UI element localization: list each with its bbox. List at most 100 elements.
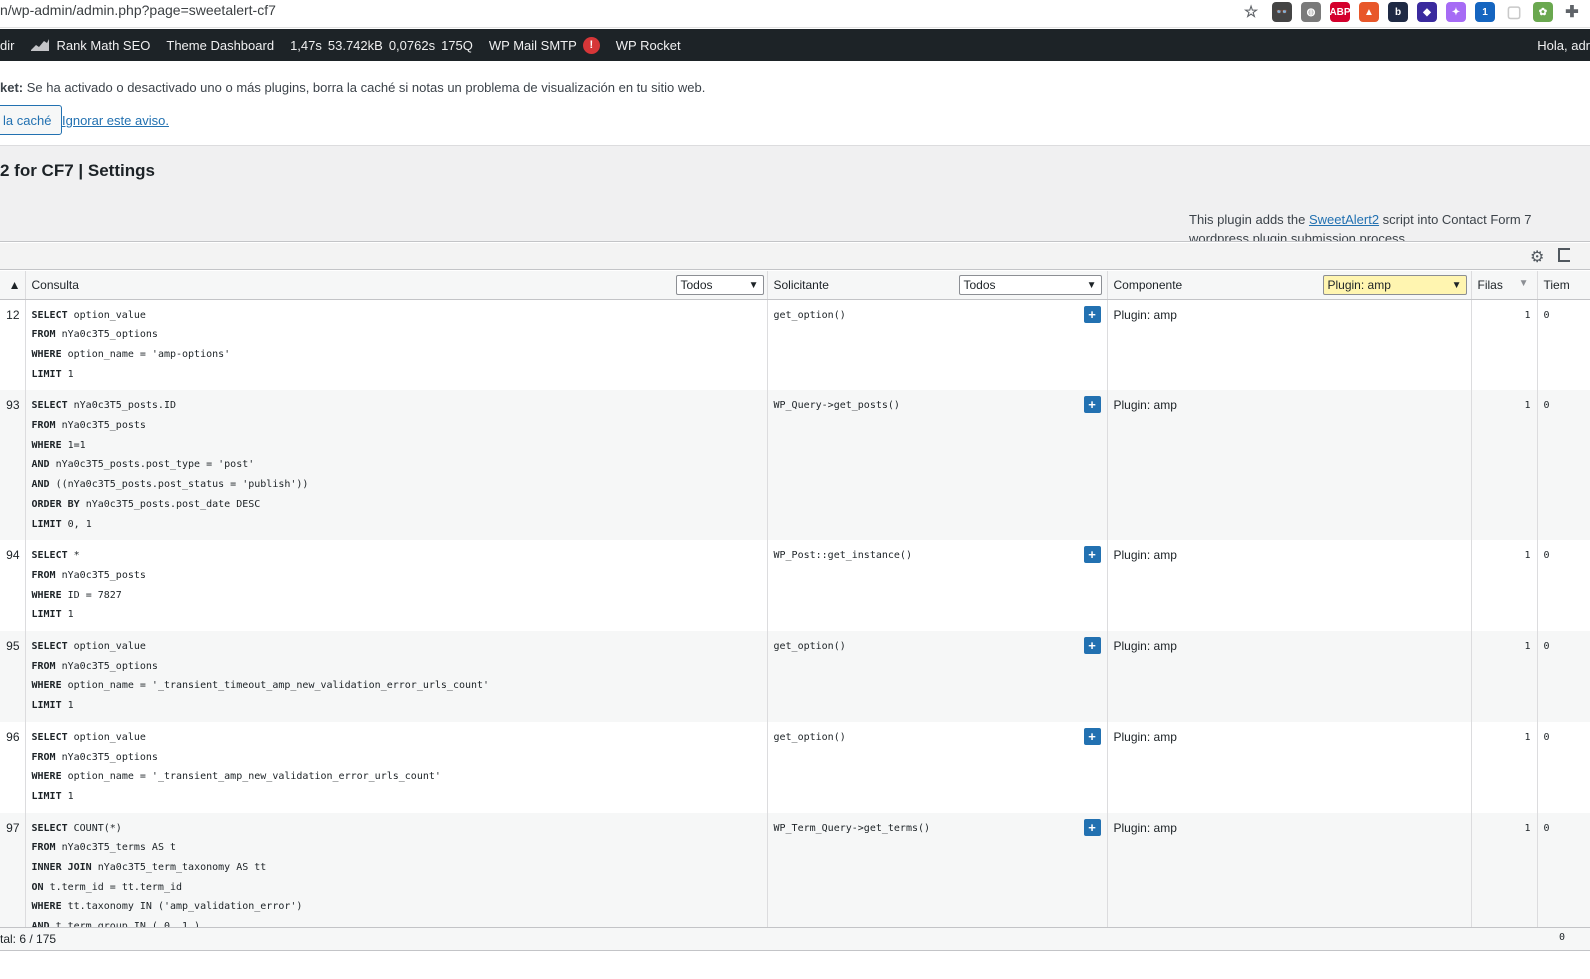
sql-line: LIMIT 1	[32, 696, 761, 716]
diamond-extension-icon[interactable]: ◆	[1417, 2, 1437, 22]
sql-keyword: ORDER BY	[31, 498, 80, 510]
query-component: Plugin: amp	[1107, 631, 1472, 722]
sql-text: 1	[61, 790, 74, 802]
sql-keyword: FROM	[31, 751, 56, 763]
globe-extension-icon[interactable]: ◍	[1301, 2, 1321, 22]
sql-text: nYa0c3T5_options	[55, 329, 158, 341]
notice-prefix: ket:	[0, 80, 24, 95]
adminbar-wp-mail-smtp[interactable]: WP Mail SMTP !	[481, 36, 608, 54]
expand-stack-button[interactable]: +	[1083, 818, 1101, 836]
settings-area: 2 for CF7 | Settings This plugin adds th…	[0, 146, 1590, 242]
query-row: 93 SELECT nYa0c3T5_posts.ID FROM nYa0c3T5_…	[0, 390, 1590, 541]
adminbar-wp-rocket[interactable]: WP Rocket	[608, 38, 689, 53]
sql-line: FROM nYa0c3T5_options	[32, 325, 761, 345]
chevron-down-icon: ▼	[1086, 279, 1097, 291]
sql-text: nYa0c3T5_posts.post_type = 'post'	[49, 459, 255, 471]
sql-line: WHERE option_name = '_transient_amp_new_…	[32, 767, 761, 787]
puzzle-extensions-icon[interactable]: ✚	[1562, 2, 1582, 22]
chevron-down-icon: ▼	[748, 279, 759, 291]
address-bar-url[interactable]: n/wp-admin/admin.php?page=sweetalert-cf7	[0, 2, 276, 18]
sql-keyword: SELECT	[31, 731, 68, 743]
adminbar-theme-dashboard[interactable]: Theme Dashboard	[158, 38, 282, 53]
sql-text: nYa0c3T5_options	[55, 660, 158, 672]
sql-keyword: FROM	[31, 420, 56, 432]
query-number: 95	[0, 631, 26, 722]
bitwarden-b-icon[interactable]: b	[1388, 2, 1408, 22]
sort-ascending-icon: ▲	[8, 277, 21, 292]
caller-function: get_option()	[773, 641, 846, 653]
sql-keyword: FROM	[31, 660, 56, 672]
sql-line: WHERE option_name = '_transient_timeout_…	[32, 676, 761, 696]
query-rows: 1	[1471, 299, 1538, 391]
adminbar-query-monitor[interactable]: 1,47s 53.742kB 0,0762s 175Q	[282, 38, 481, 53]
gear-icon[interactable]: ⚙	[1530, 247, 1544, 267]
sql-line: INNER JOIN nYa0c3T5_term_taxonomy AS tt	[32, 858, 761, 878]
query-number: 12	[0, 299, 26, 391]
adblock-plus-icon[interactable]: ABP	[1329, 2, 1351, 22]
expand-stack-button[interactable]: +	[1083, 396, 1101, 414]
query-sql: SELECT COUNT(*) FROM nYa0c3T5_terms AS tI…	[25, 812, 768, 927]
sql-line: SELECT *	[32, 546, 761, 566]
caller-function: WP_Post::get_instance()	[773, 550, 912, 562]
sql-keyword: LIMIT	[31, 518, 62, 530]
sql-keyword: SELECT	[31, 550, 68, 562]
queries-table-container: ▲ Consulta Todos ▼ Solicitante Todos ▼ Com…	[0, 271, 1590, 927]
expand-stack-button[interactable]: +	[1083, 727, 1101, 745]
query-number: 94	[0, 540, 26, 632]
adminbar-item-edit[interactable]: dir	[0, 38, 22, 53]
adminbar-greeting: Hola, adr	[1537, 37, 1590, 53]
caller-filter-select[interactable]: Todos ▼	[958, 275, 1102, 295]
counter-extension-icon[interactable]: 1	[1475, 2, 1495, 22]
sql-line: LIMIT 1	[32, 787, 761, 807]
sql-line: SELECT option_value	[32, 728, 761, 748]
expand-stack-button[interactable]: +	[1083, 305, 1101, 323]
component-filter-value: Plugin: amp	[1327, 278, 1391, 292]
sql-line: FROM nYa0c3T5_terms AS t	[32, 838, 761, 858]
clear-cache-button[interactable]: la caché	[0, 105, 63, 135]
sql-text: ((nYa0c3T5_posts.post_status = 'publish'…	[49, 479, 309, 491]
sql-keyword: WHERE	[31, 680, 62, 692]
sql-line: WHERE ID = 7827	[32, 586, 761, 606]
sql-line: AND nYa0c3T5_posts.post_type = 'post'	[32, 455, 761, 475]
feather-extension-icon[interactable]: ✦	[1446, 2, 1466, 22]
plugin-description: This plugin adds the SweetAlert2 script …	[1189, 210, 1534, 241]
glasses-extension-icon[interactable]: 👓	[1272, 2, 1292, 22]
component-column-header: Componente Plugin: amp ▼	[1107, 271, 1472, 300]
sql-keyword: WHERE	[31, 589, 62, 601]
popout-icon[interactable]	[1558, 248, 1570, 262]
query-component: Plugin: amp	[1107, 390, 1472, 541]
caller-filter-value: Todos	[963, 278, 996, 292]
query-rows: 1	[1471, 540, 1538, 632]
flame-extension-icon[interactable]: ▲	[1359, 2, 1379, 22]
ignore-notice-link[interactable]: Ignorar este aviso.	[62, 113, 169, 128]
sql-keyword: WHERE	[31, 771, 62, 783]
sort-by-number-header[interactable]: ▲	[0, 271, 26, 300]
frame-extension-icon[interactable]: ▢	[1504, 2, 1524, 22]
query-number: 93	[0, 390, 26, 541]
query-component: Plugin: amp	[1107, 721, 1472, 813]
caller-function: get_option()	[773, 731, 846, 743]
sql-keyword: WHERE	[31, 901, 62, 913]
rows-column-header[interactable]: Filas ▼	[1471, 271, 1538, 300]
query-type-filter-select[interactable]: Todos ▼	[675, 275, 764, 295]
expand-stack-button[interactable]: +	[1083, 637, 1101, 655]
sql-keyword: FROM	[31, 569, 56, 581]
adminbar-my-account[interactable]: Hola, adr	[1537, 29, 1590, 61]
query-time: 0	[1537, 299, 1590, 391]
time-column-header[interactable]: Tiem	[1537, 271, 1590, 300]
component-filter-select[interactable]: Plugin: amp ▼	[1322, 275, 1467, 295]
sql-text: option_name = '_transient_amp_new_valida…	[61, 771, 441, 783]
qm-page-time: 1,47s	[290, 37, 322, 53]
sql-text: option_value	[67, 641, 146, 653]
query-caller: get_option() +	[767, 299, 1108, 391]
expand-stack-button[interactable]: +	[1083, 546, 1101, 564]
sql-text: 1	[61, 700, 74, 712]
total-count: tal: 6 / 175	[0, 932, 57, 946]
leaf-extension-icon[interactable]: ✿	[1533, 2, 1553, 22]
sql-line: LIMIT 1	[32, 365, 761, 385]
bookmark-star-icon[interactable]: ☆	[1239, 2, 1263, 22]
adminbar-rank-math[interactable]: Rank Math SEO	[22, 38, 158, 53]
sql-line: LIMIT 1	[32, 605, 761, 625]
sweetalert2-link[interactable]: SweetAlert2	[1309, 212, 1379, 227]
sql-text: nYa0c3T5_posts	[55, 420, 146, 432]
